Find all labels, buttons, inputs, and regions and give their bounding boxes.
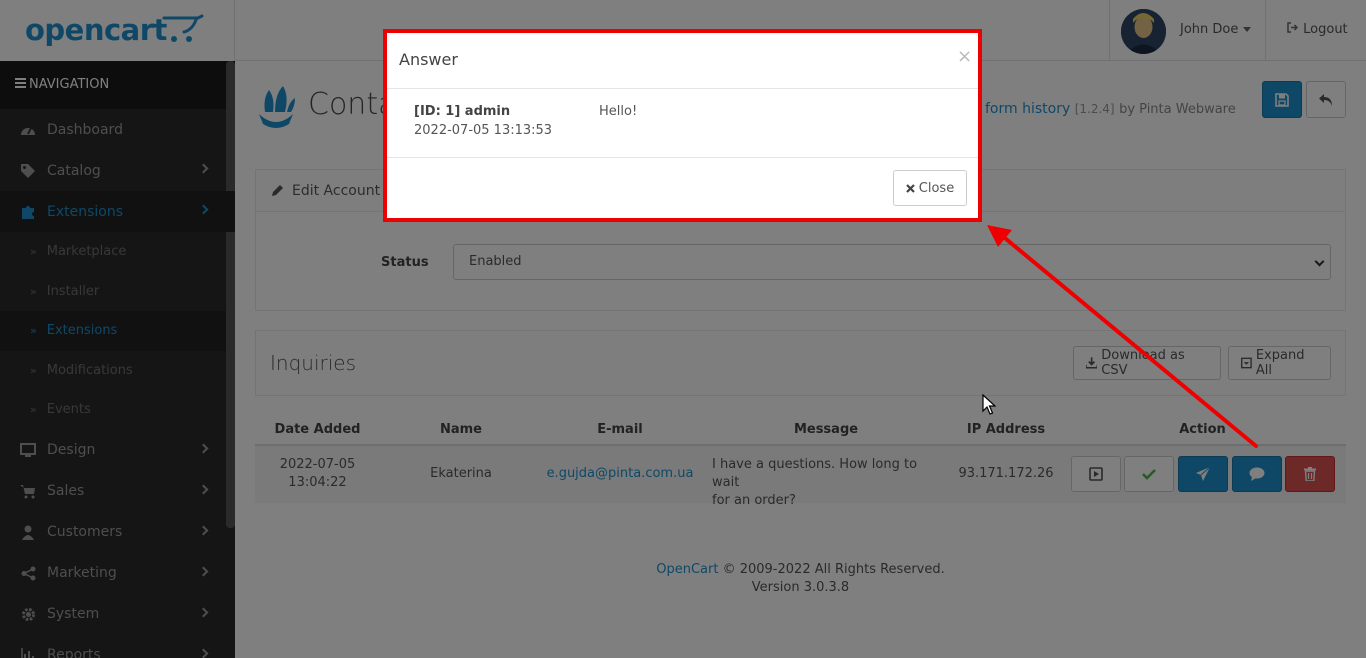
answer-message: Hello! xyxy=(599,104,638,119)
answer-author: [ID: 1] admin xyxy=(414,104,511,119)
answer-datetime: 2022-07-05 13:13:53 xyxy=(414,123,553,138)
modal-header: Answer × xyxy=(387,33,978,89)
mouse-cursor-icon xyxy=(982,394,996,415)
close-icon[interactable]: × xyxy=(957,46,972,67)
modal-body: [ID: 1] admin 2022-07-05 13:13:53 Hello! xyxy=(387,90,978,158)
close-label: Close xyxy=(918,180,955,196)
modal-title: Answer xyxy=(399,50,458,69)
times-icon xyxy=(906,183,915,193)
close-button[interactable]: Close xyxy=(893,170,967,206)
answer-modal: Answer × [ID: 1] admin 2022-07-05 13:13:… xyxy=(383,29,982,222)
